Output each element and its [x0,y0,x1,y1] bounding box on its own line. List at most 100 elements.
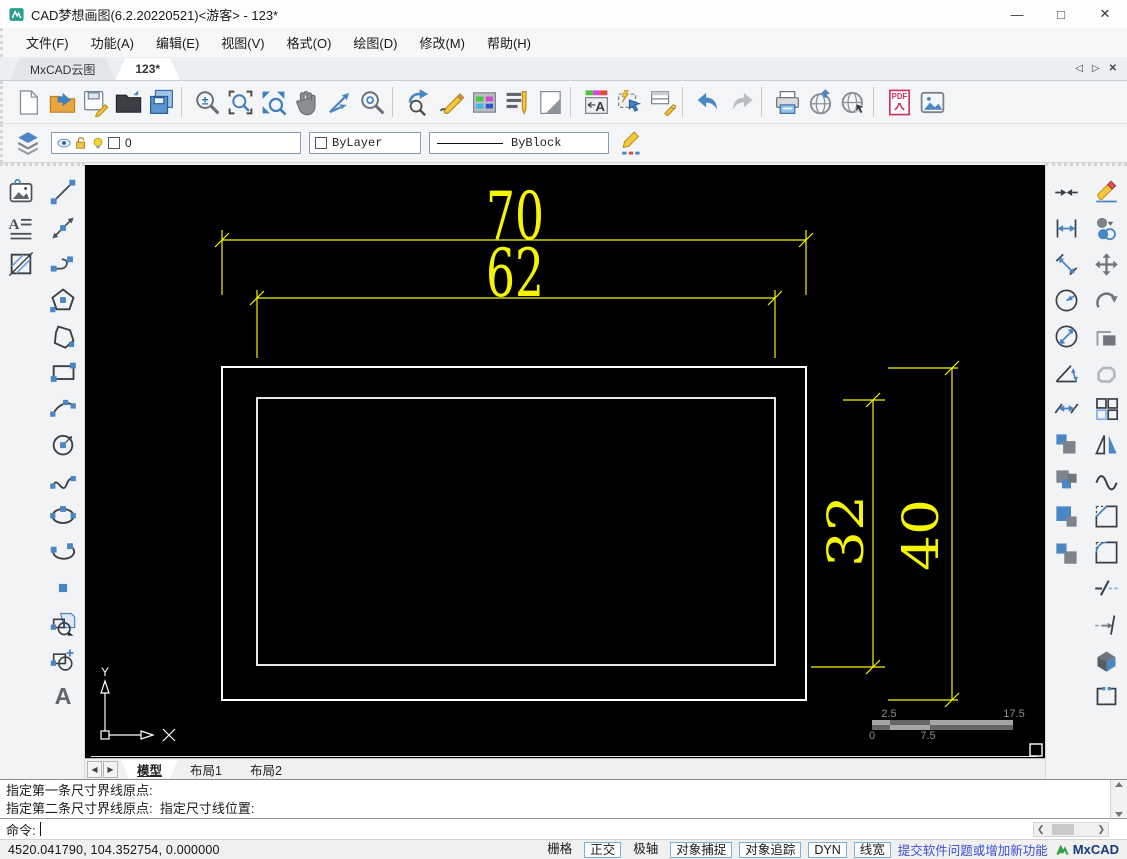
menu-item[interactable]: 编辑(E) [145,29,210,56]
feedback-link[interactable]: 提交软件问题或增加新功能 [898,840,1048,859]
mtext-icon[interactable]: A [5,212,37,244]
zoom-previous-icon[interactable] [402,86,435,119]
command-scrollbar-vertical[interactable] [1110,780,1127,819]
text-icon[interactable]: A [47,680,79,712]
extend-icon[interactable] [1091,609,1122,640]
chamfer-icon[interactable] [1091,501,1122,532]
dim-style-d-icon[interactable] [1051,537,1082,568]
dim-style-c-icon[interactable] [1051,501,1082,532]
dim-converge-icon[interactable] [1051,177,1082,208]
dimension-labels[interactable]: 70 62 32 40 [486,178,950,571]
polygon-icon[interactable] [47,284,79,316]
color-select[interactable]: ByLayer [309,132,421,154]
sketch-icon[interactable] [435,86,468,119]
open-dark-icon[interactable] [112,86,145,119]
match-prop-icon[interactable] [646,86,679,119]
spline-icon[interactable] [47,464,79,496]
dimension-lines[interactable] [214,230,960,708]
scroll-up-icon[interactable] [1115,782,1123,787]
dim-diameter-icon[interactable] [1051,321,1082,352]
ucs-axes-icon[interactable] [323,86,356,119]
document-tab[interactable]: 123* [115,58,180,80]
zoom-window-icon[interactable] [224,86,257,119]
status-toggle[interactable]: 对象追踪 [739,841,802,858]
scroll-left-icon[interactable]: ❮ [1034,824,1048,835]
status-toggle[interactable]: 正交 [584,841,622,858]
layout-scroll-left-icon[interactable]: ◀ [87,760,102,778]
mirror-icon[interactable] [1091,429,1122,460]
dim-linear-icon[interactable] [1051,213,1082,244]
document-tab[interactable]: MxCAD云图 [10,58,115,80]
zoom-inout-icon[interactable]: ± [191,86,224,119]
inner-rectangle[interactable] [256,397,776,666]
menu-item[interactable]: 格式(O) [276,29,343,56]
zoom-center-icon[interactable] [356,86,389,119]
layers-icon[interactable] [13,128,43,158]
hatch-icon[interactable] [5,248,37,280]
outer-rectangle[interactable] [221,366,807,701]
scrollbar-thumb[interactable] [1051,823,1074,835]
open-file-icon[interactable] [46,86,79,119]
dim-style-a-icon[interactable] [1051,429,1082,460]
pedit-icon[interactable] [1091,357,1122,388]
arc-icon[interactable] [47,392,79,424]
minimize-button[interactable]: — [995,0,1039,28]
linetype-select[interactable]: ByBlock [429,132,609,154]
image-out-icon[interactable] [916,86,949,119]
circle-icon[interactable] [47,428,79,460]
break-icon[interactable] [1091,573,1122,604]
dim-aligned-icon[interactable] [1051,249,1082,280]
dim-style-b-icon[interactable] [1051,465,1082,496]
mtext-edit-icon[interactable] [501,86,534,119]
array-icon[interactable] [1091,393,1122,424]
ellipse-icon[interactable] [47,500,79,532]
dim-radius-icon[interactable] [1051,285,1082,316]
insert-block-icon[interactable] [47,608,79,640]
text-style-icon[interactable]: A [580,86,613,119]
undo-icon[interactable] [692,86,725,119]
status-toggle[interactable]: DYN [808,841,847,858]
pdf-icon[interactable]: PDF [883,86,916,119]
status-toggle[interactable]: 线宽 [853,841,891,858]
close-button[interactable]: ✕ [1083,0,1127,28]
web-icon[interactable] [837,86,870,119]
group-icon[interactable] [1091,681,1122,712]
publish-icon[interactable] [804,86,837,119]
layout-tab[interactable]: 模型 [121,760,178,779]
zoom-extents-icon[interactable] [257,86,290,119]
status-toggle[interactable]: 对象捕捉 [670,841,733,858]
new-layout-icon[interactable] [534,86,567,119]
xline-icon[interactable] [47,212,79,244]
quick-select-icon[interactable] [613,86,646,119]
copy-icon[interactable] [1091,213,1122,244]
line-icon[interactable] [47,176,79,208]
save-all-icon[interactable] [145,86,178,119]
layout-scroll-right-icon[interactable]: ▶ [103,760,118,778]
menu-item[interactable]: 视图(V) [210,29,275,56]
layout-tab[interactable]: 布局2 [234,760,298,779]
pan-icon[interactable] [290,86,323,119]
rectangle-icon[interactable] [47,356,79,388]
tab-scroll-right-icon[interactable]: ▷ [1092,63,1100,74]
tab-scroll-left-icon[interactable]: ◁ [1075,63,1083,74]
save-icon[interactable] [79,86,112,119]
fillet-icon[interactable] [1091,537,1122,568]
status-toggle[interactable]: 极轴 [628,842,663,858]
menu-item[interactable]: 功能(A) [80,29,145,56]
status-toggle[interactable]: 栅格 [542,842,577,858]
move-icon[interactable] [1091,249,1122,280]
scroll-right-icon[interactable]: ❯ [1094,824,1108,835]
command-input-row[interactable]: 命令: ❮ ❯ [0,818,1127,839]
drawing-canvas[interactable]: 70 62 32 40 Y 2.5 17.5 0 7.5 [85,165,1045,758]
offset-icon[interactable] [1091,321,1122,352]
point-icon[interactable] [47,572,79,604]
insert-image-icon[interactable] [5,176,37,208]
redo-icon[interactable] [725,86,758,119]
rotate-icon[interactable] [1091,285,1122,316]
menu-item[interactable]: 文件(F) [15,29,80,56]
print-icon[interactable] [771,86,804,119]
closed-pline-icon[interactable] [47,320,79,352]
linetype-edit-icon[interactable] [617,128,647,158]
spline-fit-icon[interactable] [1091,465,1122,496]
make-block-icon[interactable] [47,644,79,676]
